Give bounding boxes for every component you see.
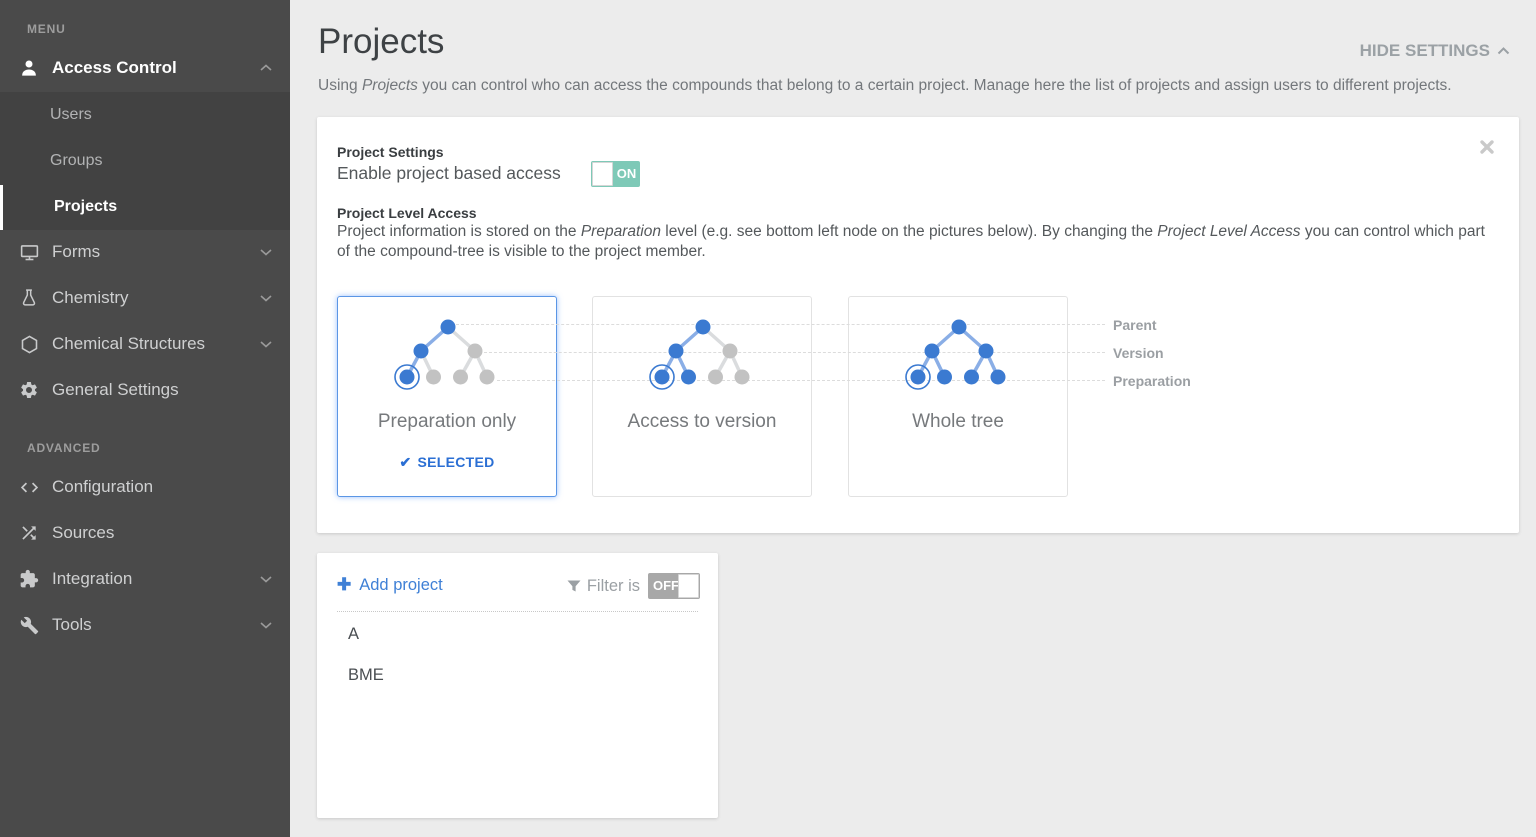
list-separator (337, 611, 698, 612)
option-card-whole-tree[interactable]: Whole tree (848, 296, 1068, 497)
code-icon (18, 476, 40, 498)
sidebar-item-tools[interactable]: Tools (0, 602, 290, 648)
page-subtitle: Using Projects you can control who can a… (318, 77, 1452, 95)
funnel-icon (567, 580, 581, 593)
check-icon: ✔ (399, 454, 411, 470)
chevron-down-icon (260, 294, 272, 302)
add-project-label: Add project (359, 576, 442, 595)
sidebar: MENU Access Control Users Groups Project… (0, 0, 290, 837)
selected-badge: ✔SELECTED (338, 454, 556, 471)
flask-icon (18, 287, 40, 309)
sidebar-item-configuration[interactable]: Configuration (0, 464, 290, 510)
filter-control: Filter is OFF (567, 573, 700, 599)
tree-diagram (849, 298, 1069, 408)
sidebar-item-general-settings[interactable]: General Settings (0, 367, 290, 413)
project-level-access-title: Project Level Access (337, 205, 477, 221)
hexagon-icon (18, 333, 40, 355)
toggle-knob (678, 574, 699, 598)
hide-settings-label: HIDE SETTINGS (1360, 41, 1490, 61)
option-card-access-to-version[interactable]: Access to version (592, 296, 812, 497)
person-icon (18, 57, 40, 79)
add-project-button[interactable]: ✚ Add project (337, 575, 443, 595)
option-label: Whole tree (849, 411, 1067, 433)
sidebar-item-forms[interactable]: Forms (0, 229, 290, 275)
project-list-item[interactable]: BME (317, 655, 718, 696)
toggle-state-label: ON (613, 161, 640, 187)
enable-project-access-toggle[interactable]: ON (591, 161, 640, 187)
enable-project-access-label: Enable project based access (337, 163, 561, 184)
option-card-preparation-only[interactable]: Preparation only ✔SELECTED (337, 296, 557, 497)
sidebar-item-integration[interactable]: Integration (0, 556, 290, 602)
sidebar-item-label: Access Control (52, 58, 177, 78)
toggle-knob (592, 162, 613, 186)
sidebar-item-users[interactable]: Users (0, 92, 290, 138)
gear-icon (18, 379, 40, 401)
advanced-section-label: ADVANCED (27, 441, 101, 455)
level-label-version: Version (1113, 345, 1164, 361)
menu-section-label: MENU (27, 22, 66, 36)
sidebar-item-groups[interactable]: Groups (0, 138, 290, 184)
monitor-icon (18, 241, 40, 263)
tree-diagram (593, 298, 813, 408)
chevron-down-icon (260, 575, 272, 583)
option-label: Access to version (593, 411, 811, 433)
close-icon[interactable] (1479, 139, 1497, 157)
filter-label: Filter is (567, 577, 640, 596)
chevron-down-icon (260, 621, 272, 629)
level-label-preparation: Preparation (1113, 373, 1191, 389)
project-list-item[interactable]: A (317, 614, 718, 655)
sidebar-item-projects[interactable]: Projects (0, 184, 290, 230)
chevron-up-icon (260, 64, 272, 72)
sidebar-item-sources[interactable]: Sources (0, 510, 290, 556)
app-window: MENU Access Control Users Groups Project… (0, 0, 1536, 837)
puzzle-icon (18, 568, 40, 590)
chevron-down-icon (260, 340, 272, 348)
active-item-indicator (0, 185, 3, 230)
wrench-icon (18, 614, 40, 636)
shuffle-icon (18, 522, 40, 544)
option-label: Preparation only (338, 411, 556, 433)
hide-settings-button[interactable]: HIDE SETTINGS (1360, 41, 1510, 61)
sidebar-item-chemical-structures[interactable]: Chemical Structures (0, 321, 290, 367)
filter-toggle[interactable]: OFF (648, 573, 700, 599)
chevron-up-icon (1497, 47, 1510, 55)
project-settings-title: Project Settings (337, 144, 444, 160)
plus-icon: ✚ (337, 575, 351, 595)
tree-diagram (338, 298, 558, 408)
page-title: Projects (318, 22, 444, 62)
sidebar-item-access-control[interactable]: Access Control (0, 47, 290, 89)
level-label-parent: Parent (1113, 317, 1157, 333)
project-settings-panel: Project Settings Enable project based ac… (317, 117, 1519, 533)
projects-list-panel: ✚ Add project Filter is OFF A BME (317, 553, 718, 818)
sidebar-item-chemistry[interactable]: Chemistry (0, 275, 290, 321)
main-content: Projects Using Projects you can control … (290, 0, 1536, 837)
chevron-down-icon (260, 248, 272, 256)
project-level-access-description: Project information is stored on the Pre… (337, 222, 1502, 261)
